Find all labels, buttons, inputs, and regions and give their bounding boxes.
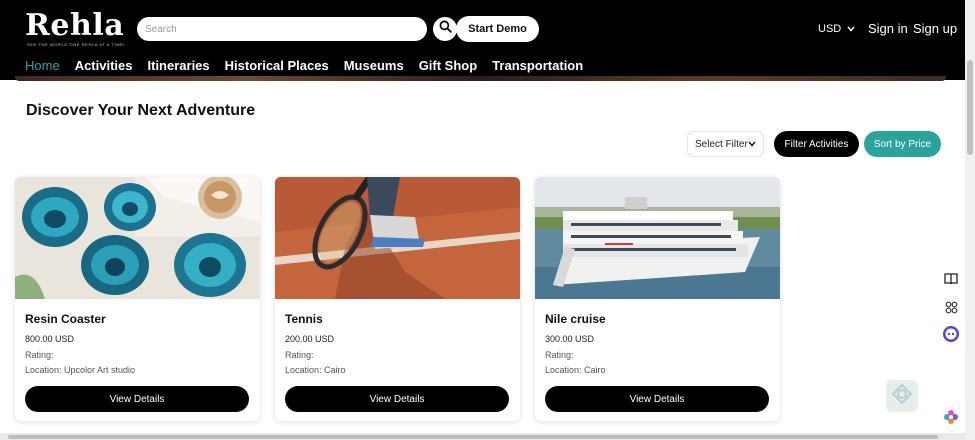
resin-coaster-photo[interactable] (15, 177, 260, 299)
card-title: Nile cruise (545, 312, 606, 326)
filter-select-value: Select Filter (695, 138, 748, 150)
view-details-button[interactable]: View Details (545, 386, 769, 412)
page-title: Discover Your Next Adventure (26, 102, 256, 119)
page: Rehla SEE THE WORLD ONE REHLA AT A TIME!… (0, 0, 965, 440)
filter-select[interactable]: Select Filter (687, 131, 764, 157)
activity-card: Tennis 200.00 USD Rating: Location: Cair… (275, 177, 520, 421)
card-price: 200.00 USD (285, 334, 335, 344)
flower-icon[interactable] (940, 406, 962, 428)
card-location: Location: Upcolor Art studio (25, 365, 136, 375)
brand-tagline: SEE THE WORLD ONE REHLA AT A TIME! (27, 42, 126, 47)
activity-card: Resin Coaster 800.00 USD Rating: Locatio… (15, 177, 260, 421)
grid-icon[interactable] (940, 296, 962, 318)
sign-up-link[interactable]: Sign up (913, 21, 957, 36)
assistant-icon[interactable] (940, 323, 962, 345)
card-price: 800.00 USD (25, 334, 75, 344)
card-rating: Rating: (545, 350, 574, 360)
sort-by-price-button[interactable]: Sort by Price (864, 131, 941, 157)
search-button[interactable] (433, 17, 457, 41)
header-bar: Rehla SEE THE WORLD ONE REHLA AT A TIME!… (0, 0, 965, 80)
start-demo-button[interactable]: Start Demo (456, 16, 539, 42)
pattern-icon (891, 383, 913, 410)
card-location: Location: Cairo (285, 365, 346, 375)
chevron-down-icon (847, 23, 855, 35)
book-icon[interactable] (940, 268, 962, 290)
card-rating: Rating: (25, 350, 54, 360)
tennis-photo[interactable] (275, 177, 520, 299)
nav-item-activities[interactable]: Activities (75, 58, 133, 73)
card-title: Resin Coaster (25, 312, 106, 326)
view-details-button[interactable]: View Details (25, 386, 249, 412)
vertical-scrollbar-thumb[interactable] (967, 60, 973, 155)
nile-cruise-photo[interactable] (535, 177, 780, 299)
nav-item-gift-shop[interactable]: Gift Shop (419, 58, 478, 73)
currency-value: USD (818, 23, 842, 35)
nav-item-transportation[interactable]: Transportation (492, 58, 583, 73)
main-nav: Home Activities Itineraries Historical P… (25, 58, 583, 73)
sign-in-link[interactable]: Sign in (868, 21, 908, 36)
search-input[interactable] (137, 17, 427, 41)
brand-logo[interactable]: Rehla (25, 8, 124, 43)
nav-item-museums[interactable]: Museums (344, 58, 404, 73)
card-location: Location: Cairo (545, 365, 606, 375)
view-details-button[interactable]: View Details (285, 386, 509, 412)
nav-item-itineraries[interactable]: Itineraries (148, 58, 210, 73)
horizontal-scrollbar-thumb[interactable] (8, 435, 938, 439)
nav-item-historical-places[interactable]: Historical Places (225, 58, 329, 73)
card-title: Tennis (285, 312, 323, 326)
card-rating: Rating: (285, 350, 314, 360)
currency-selector[interactable]: USD (818, 23, 855, 35)
filter-activities-button[interactable]: Filter Activities (774, 131, 859, 157)
chevron-down-icon (748, 139, 756, 150)
hero-image-strip (15, 76, 946, 81)
card-price: 300.00 USD (545, 334, 595, 344)
search-icon (439, 20, 452, 38)
floating-widget[interactable] (886, 380, 918, 412)
activity-card: Nile cruise 300.00 USD Rating: Location:… (535, 177, 780, 421)
nav-item-home[interactable]: Home (25, 58, 60, 73)
